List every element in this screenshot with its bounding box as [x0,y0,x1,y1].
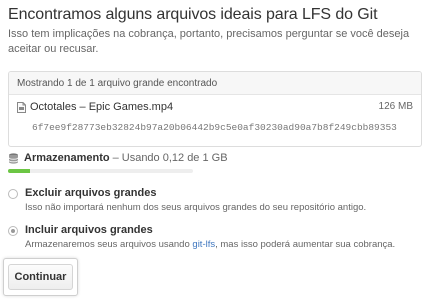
file-size: 126 MB [378,101,413,112]
option-include-large-files[interactable]: Incluir arquivos grandes Armazenaremos s… [8,224,422,250]
git-lfs-link[interactable]: git-lfs [192,239,215,250]
include-radio[interactable] [8,226,18,236]
file-name: Octotales – Epic Games.mp4 [30,101,174,113]
large-files-box: Mostrando 1 de 1 arquivo grande encontra… [8,71,422,147]
option-title: Incluir arquivos grandes [25,224,153,236]
exclude-radio[interactable] [8,189,18,199]
option-exclude-large-files[interactable]: Excluir arquivos grandes Isso não import… [8,187,422,213]
large-files-summary: Mostrando 1 de 1 arquivo grande encontra… [9,72,421,95]
database-icon [8,152,19,164]
option-description: Isso não importará nenhum dos seus arqui… [25,202,367,213]
continue-button[interactable]: Continuar [8,264,73,290]
storage-info: Armazenamento – Usando 0,12 de 1 GB [8,152,422,164]
storage-progress-fill [8,169,31,173]
option-description-text: Armazenaremos seus arquivos usando [25,239,193,250]
file-oid: 6f7ee9f28773eb32824b97a20b06442b9c5e0af3… [32,122,397,133]
large-file-row: Octotales – Epic Games.mp4 126 MB 6f7ee9… [9,95,421,146]
lfs-import-dialog: Encontramos alguns arquivos ideais para … [0,0,430,300]
page-description: Isso tem implicações na cobrança, portan… [8,28,410,55]
storage-usage: – Usando 0,12 de 1 GB [112,152,228,164]
file-icon [17,101,26,113]
storage-label: Armazenamento [24,152,110,164]
page-title: Encontramos alguns arquivos ideais para … [8,6,378,23]
option-description: Armazenaremos seus arquivos usando git-l… [25,239,395,250]
storage-progress-bar [8,169,193,173]
option-description-text: , mas isso poderá aumentar sua cobrança. [215,239,396,250]
option-title: Excluir arquivos grandes [25,187,157,199]
continue-button-focus-ring: Continuar [3,258,78,296]
